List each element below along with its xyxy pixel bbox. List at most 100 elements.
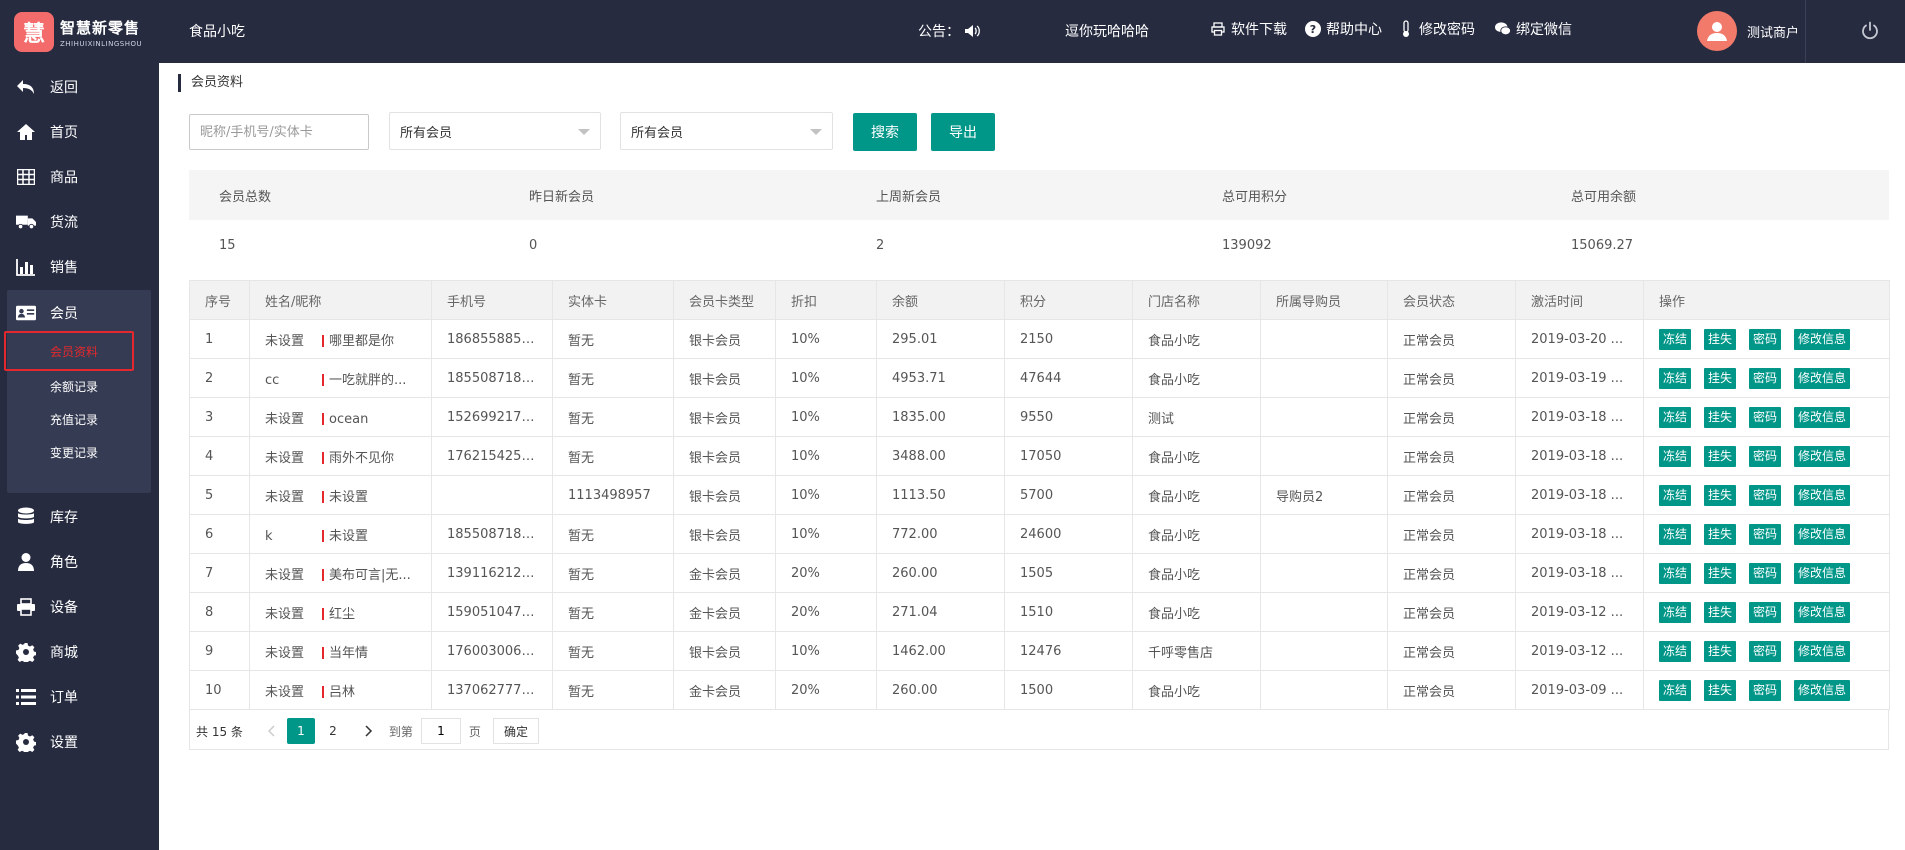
password-button[interactable]: 密码 xyxy=(1749,406,1782,428)
edit-info-button[interactable]: 修改信息 xyxy=(1794,601,1851,623)
report-loss-button[interactable]: 挂失 xyxy=(1704,523,1737,545)
sidebar-item-inventory[interactable]: 库存 xyxy=(0,497,159,537)
notice-text[interactable]: 逗你玩哈哈哈 xyxy=(1065,21,1149,41)
edit-info-button[interactable]: 修改信息 xyxy=(1794,523,1851,545)
cell-type: 银卡会员 xyxy=(673,436,776,476)
col-header: 操作 xyxy=(1643,280,1890,320)
sidebar-sub-member-profile[interactable]: 会员资料 xyxy=(4,331,134,371)
password-button[interactable]: 密码 xyxy=(1749,484,1782,506)
report-loss-button[interactable]: 挂失 xyxy=(1704,601,1737,623)
report-loss-button[interactable]: 挂失 xyxy=(1704,562,1737,584)
sidebar-sub-recharge-records[interactable]: 充值记录 xyxy=(7,402,151,436)
report-loss-button[interactable]: 挂失 xyxy=(1704,484,1737,506)
report-loss-button[interactable]: 挂失 xyxy=(1704,679,1737,701)
freeze-button[interactable]: 冻结 xyxy=(1659,562,1692,584)
password-button[interactable]: 密码 xyxy=(1749,445,1782,467)
sidebar-item-devices[interactable]: 设备 xyxy=(0,587,159,627)
logout-button[interactable] xyxy=(1858,19,1882,43)
member-nickname: ocean xyxy=(329,411,369,427)
name-separator xyxy=(322,530,324,542)
sidebar-item-sales[interactable]: 销售 xyxy=(0,247,159,287)
edit-info-button[interactable]: 修改信息 xyxy=(1794,445,1851,467)
sidebar-item-goods[interactable]: 商品 xyxy=(0,157,159,197)
report-loss-button[interactable]: 挂失 xyxy=(1704,406,1737,428)
bind-wechat-link[interactable]: 绑定微信 xyxy=(1495,19,1572,39)
account-name[interactable]: 测试商户 xyxy=(1747,22,1799,41)
change-password-link[interactable]: 修改密码 xyxy=(1398,19,1475,39)
member-nickname: 哪里都是你 xyxy=(329,333,395,349)
password-button[interactable]: 密码 xyxy=(1749,640,1782,662)
edit-info-button[interactable]: 修改信息 xyxy=(1794,406,1851,428)
freeze-button[interactable]: 冻结 xyxy=(1659,484,1692,506)
sidebar-item-members[interactable]: 会员 xyxy=(0,293,159,333)
edit-info-button[interactable]: 修改信息 xyxy=(1794,562,1851,584)
name-separator xyxy=(322,608,324,620)
password-button[interactable]: 密码 xyxy=(1749,523,1782,545)
sidebar-item-settings[interactable]: 设置 xyxy=(0,722,159,762)
password-button[interactable]: 密码 xyxy=(1749,562,1782,584)
member-name: 未设置 xyxy=(265,489,305,505)
freeze-button[interactable]: 冻结 xyxy=(1659,406,1692,428)
edit-info-button[interactable]: 修改信息 xyxy=(1794,679,1851,701)
edit-info-button[interactable]: 修改信息 xyxy=(1794,484,1851,506)
stat-value-yesterday: 0 xyxy=(529,238,538,253)
page-2-button[interactable]: 2 xyxy=(319,718,347,744)
cell-name: 未设置 未设置 xyxy=(249,475,432,515)
cell-points: 1505 xyxy=(1004,553,1133,593)
report-loss-button[interactable]: 挂失 xyxy=(1704,445,1737,467)
goto-page-input[interactable] xyxy=(420,718,461,744)
password-button[interactable]: 密码 xyxy=(1749,601,1782,623)
cell-guide xyxy=(1260,514,1388,554)
report-loss-button[interactable]: 挂失 xyxy=(1704,328,1737,350)
edit-info-button[interactable]: 修改信息 xyxy=(1794,367,1851,389)
sidebar-item-back[interactable]: 返回 xyxy=(0,67,159,107)
sidebar-sub-balance-records[interactable]: 余额记录 xyxy=(7,369,151,403)
freeze-button[interactable]: 冻结 xyxy=(1659,328,1692,350)
sidebar-item-orders[interactable]: 订单 xyxy=(0,677,159,717)
sidebar-sub-change-records[interactable]: 变更记录 xyxy=(7,435,151,469)
avatar[interactable] xyxy=(1697,11,1737,51)
report-loss-button[interactable]: 挂失 xyxy=(1704,640,1737,662)
report-loss-button[interactable]: 挂失 xyxy=(1704,367,1737,389)
search-button[interactable]: 搜索 xyxy=(853,113,917,151)
freeze-button[interactable]: 冻结 xyxy=(1659,367,1692,389)
password-button[interactable]: 密码 xyxy=(1749,679,1782,701)
stat-label-balance: 总可用余额 xyxy=(1571,190,1637,205)
sidebar-item-mall[interactable]: 商城 xyxy=(0,632,159,672)
sidebar-item-logistics[interactable]: 货流 xyxy=(0,202,159,242)
member-nickname: 一吃就胖的... xyxy=(329,372,407,388)
freeze-button[interactable]: 冻结 xyxy=(1659,640,1692,662)
search-input[interactable] xyxy=(189,114,369,150)
name-separator xyxy=(322,335,324,347)
member-filter-select-2[interactable]: 所有会员 xyxy=(620,112,833,150)
help-center-link[interactable]: ? 帮助中心 xyxy=(1305,19,1382,39)
page-1-button[interactable]: 1 xyxy=(286,718,315,744)
password-button[interactable]: 密码 xyxy=(1749,328,1782,350)
sidebar-item-roles[interactable]: 角色 xyxy=(0,542,159,582)
cell-guide xyxy=(1260,592,1388,632)
export-button[interactable]: 导出 xyxy=(931,113,995,151)
next-page-button[interactable] xyxy=(359,718,379,744)
password-button[interactable]: 密码 xyxy=(1749,367,1782,389)
brand-logo[interactable]: 慧 智慧新零售 ZHIHUIXINLINGSHOU xyxy=(14,10,148,54)
freeze-button[interactable]: 冻结 xyxy=(1659,601,1692,623)
cell-store: 食品小吃 xyxy=(1132,670,1261,710)
list-icon xyxy=(16,687,36,707)
cell-card: 暂无 xyxy=(552,514,674,554)
sidebar-item-home[interactable]: 首页 xyxy=(0,112,159,152)
freeze-button[interactable]: 冻结 xyxy=(1659,445,1692,467)
freeze-button[interactable]: 冻结 xyxy=(1659,679,1692,701)
cell-card: 暂无 xyxy=(552,319,674,359)
edit-info-button[interactable]: 修改信息 xyxy=(1794,328,1851,350)
prev-page-button[interactable] xyxy=(261,718,281,744)
edit-info-button[interactable]: 修改信息 xyxy=(1794,640,1851,662)
goto-label: 到第 xyxy=(388,724,413,739)
goto-confirm-button[interactable]: 确定 xyxy=(492,718,539,744)
cell-phone: 17621542547 xyxy=(431,436,553,476)
software-download-link[interactable]: 软件下载 xyxy=(1210,19,1287,39)
cell-phone: 18685588597 xyxy=(431,319,553,359)
cell-points: 47644 xyxy=(1004,358,1133,398)
freeze-button[interactable]: 冻结 xyxy=(1659,523,1692,545)
member-filter-select-1[interactable]: 所有会员 xyxy=(389,112,601,150)
cell-guide xyxy=(1260,319,1388,359)
